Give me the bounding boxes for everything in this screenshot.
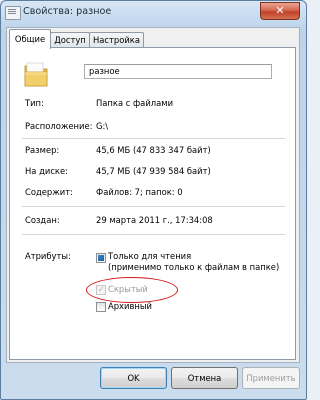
contains-value: Файлов: 7; папок: 0 xyxy=(96,187,183,197)
contains-label: Содержит: xyxy=(25,187,73,197)
archive-label: Архивный xyxy=(108,301,152,311)
apply-button-label: Применить xyxy=(246,373,296,383)
read-only-checkbox[interactable] xyxy=(96,253,106,263)
divider xyxy=(22,138,285,139)
window-title: Свойства: разное xyxy=(23,6,112,17)
tab-customize[interactable]: Настройка xyxy=(89,32,144,48)
tab-sharing-label: Доступ xyxy=(54,35,86,45)
close-icon: ✕ xyxy=(275,4,285,17)
created-label: Создан: xyxy=(25,215,60,225)
cancel-button[interactable]: Отмена xyxy=(171,367,238,389)
type-label: Тип: xyxy=(25,98,44,108)
folder-icon xyxy=(24,62,48,87)
tab-general[interactable]: Общие xyxy=(9,29,51,49)
divider xyxy=(22,234,285,235)
size-label: Размер: xyxy=(25,145,60,155)
size-on-disk-label: На диске: xyxy=(25,166,68,176)
created-value: 29 марта 2011 г., 17:34:08 xyxy=(96,215,213,225)
divider xyxy=(22,206,285,207)
folder-name-input[interactable] xyxy=(84,64,272,79)
read-only-label: Только для чтения xyxy=(108,251,192,261)
archive-checkbox[interactable] xyxy=(96,302,106,312)
size-on-disk-value: 45,7 МБ (47 939 584 байт) xyxy=(96,166,211,176)
title-bar[interactable]: Свойства: разное ✕ xyxy=(1,1,306,25)
tab-general-label: Общие xyxy=(14,34,46,44)
ok-button[interactable]: OK xyxy=(100,367,167,389)
tab-page-general xyxy=(9,47,296,360)
attributes-label: Атрибуты: xyxy=(25,251,71,261)
window-properties-icon xyxy=(5,6,21,20)
ok-button-label: OK xyxy=(127,373,140,383)
size-value: 45,6 МБ (47 833 347 байт) xyxy=(96,145,211,155)
annotation-circle xyxy=(86,277,178,303)
cancel-button-label: Отмена xyxy=(187,373,222,383)
tab-sharing[interactable]: Доступ xyxy=(50,32,90,48)
location-value: G:\ xyxy=(96,121,109,131)
location-label: Расположение: xyxy=(25,121,93,131)
type-value: Папка с файлами xyxy=(96,98,174,108)
tab-customize-label: Настройка xyxy=(93,35,140,45)
apply-button[interactable]: Применить xyxy=(242,367,300,389)
close-button[interactable]: ✕ xyxy=(260,2,300,20)
read-only-hint: (применимо только к файлам в папке) xyxy=(108,262,280,272)
